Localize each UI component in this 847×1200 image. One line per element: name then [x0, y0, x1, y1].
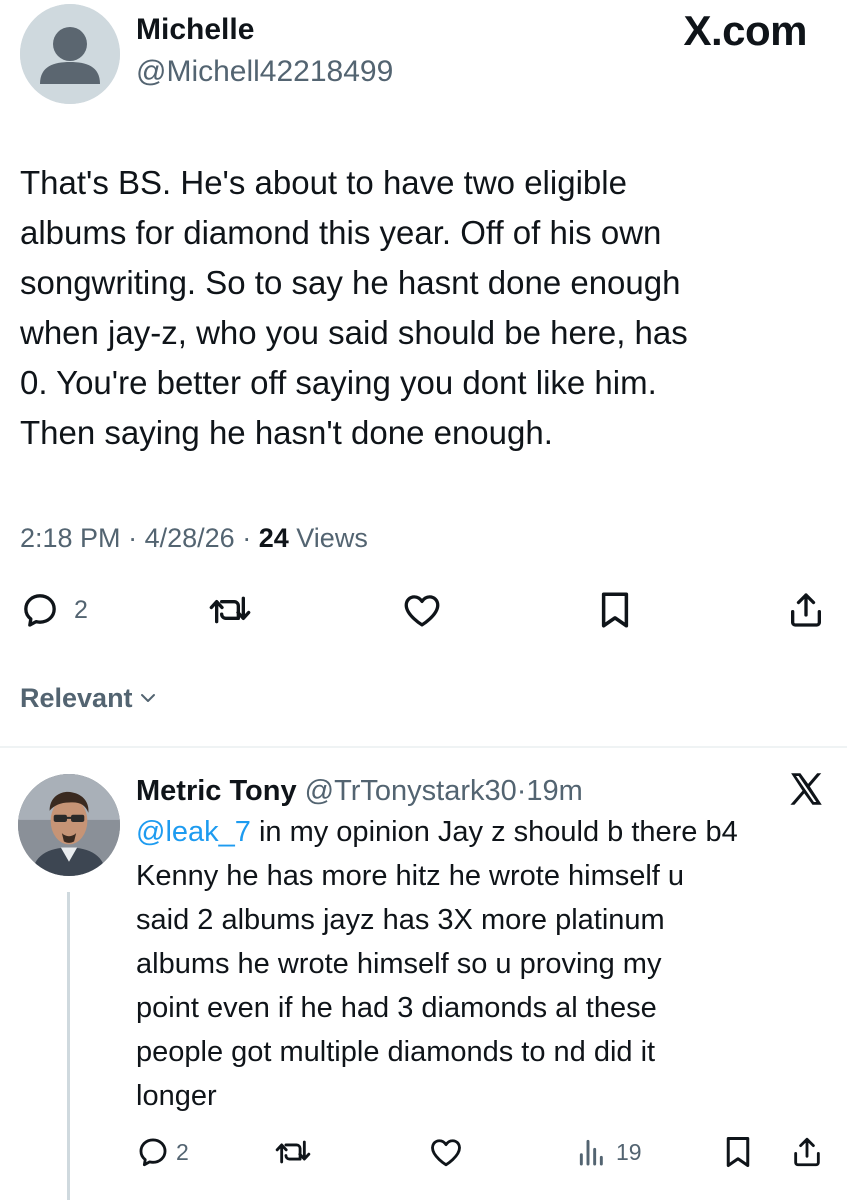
reply-text-line: @leak_7 in my opinion Jay z should b the…: [136, 810, 836, 854]
views-count: 24: [258, 523, 289, 553]
tweet-time[interactable]: 2:18 PM: [20, 523, 121, 553]
reply-header: Metric Tony @TrTonystark30·19m: [136, 770, 583, 812]
views-label: Views: [296, 523, 368, 553]
like-button[interactable]: [400, 588, 444, 632]
reply-reply-button[interactable]: 2: [136, 1132, 189, 1172]
reply-text-fragment: in my opinion Jay z should b there b4: [250, 816, 738, 848]
tweet-date[interactable]: 4/28/26: [145, 523, 235, 553]
reply-text: @leak_7 in my opinion Jay z should b the…: [136, 810, 836, 1118]
meta-separator: ·: [516, 775, 527, 807]
reply-text-line: point even if he had 3 diamonds al these: [136, 992, 657, 1024]
share-icon: [794, 1137, 820, 1167]
tweet-text: That's BS. He's about to have two eligib…: [20, 158, 820, 458]
reply-bookmark-button[interactable]: [722, 1132, 754, 1172]
meta-separator: ·: [128, 523, 138, 553]
retweet-icon: [275, 1140, 311, 1164]
reply-icon: [139, 1138, 167, 1167]
reply-count: 2: [74, 595, 88, 624]
retweet-icon: [209, 596, 251, 624]
reply-icon: [24, 594, 56, 627]
chevron-down-icon: [139, 691, 157, 705]
reply-views-button[interactable]: 19: [576, 1132, 642, 1172]
default-avatar-icon: [20, 4, 120, 104]
reply-like-button[interactable]: [428, 1132, 464, 1172]
author-handle[interactable]: @Michell42218499: [136, 52, 393, 92]
like-icon: [404, 595, 440, 627]
tweet-text-line: albums for diamond this year. Off of his…: [20, 214, 662, 251]
tweet-text-line: 0. You're better off saying you dont lik…: [20, 364, 657, 401]
tweet-text-line: songwriting. So to say he hasnt done eno…: [20, 264, 681, 301]
reply-text-line: people got multiple diamonds to nd did i…: [136, 1036, 656, 1068]
reply-time[interactable]: 19m: [526, 775, 582, 807]
reply-retweet-button[interactable]: [274, 1132, 312, 1172]
sort-label: Relevant: [20, 683, 133, 713]
bookmark-icon: [601, 592, 629, 628]
reply-author-name[interactable]: Metric Tony: [136, 775, 297, 807]
share-button[interactable]: [786, 588, 826, 632]
thread-line: [67, 892, 70, 1200]
reply-share-button[interactable]: [790, 1132, 824, 1172]
x-logo-icon: [785, 768, 827, 810]
tweet-text-line: That's BS. He's about to have two eligib…: [20, 164, 627, 201]
tweet-meta: 2:18 PM · 4/28/26 · 24 Views: [20, 516, 368, 560]
mention-link[interactable]: @leak_7: [136, 816, 251, 848]
like-icon: [431, 1139, 461, 1167]
reply-author-avatar[interactable]: [18, 774, 120, 876]
profile-photo: [18, 774, 120, 876]
source-badge: X.com: [683, 7, 807, 54]
reply-count: 2: [176, 1138, 189, 1165]
views-icon: [579, 1139, 603, 1166]
reply-text-line: albums he wrote himself so u proving my: [136, 948, 662, 980]
reply-button[interactable]: 2: [20, 588, 88, 632]
views-count: 19: [616, 1138, 642, 1165]
bookmark-icon: [726, 1137, 750, 1167]
meta-separator: ·: [242, 523, 252, 553]
reply-text-line: longer: [136, 1080, 217, 1112]
bookmark-button[interactable]: [596, 588, 634, 632]
section-divider: [0, 746, 847, 748]
retweet-button[interactable]: [208, 588, 252, 632]
author-avatar[interactable]: [20, 4, 120, 104]
reply-text-line: Kenny he has more hitz he wrote himself …: [136, 860, 685, 892]
reply-author-handle[interactable]: @TrTonystark30: [305, 775, 517, 807]
reply-text-line: said 2 albums jayz has 3X more platinum: [136, 904, 665, 936]
share-icon: [791, 593, 821, 627]
author-name[interactable]: Michelle: [136, 10, 254, 50]
sort-dropdown[interactable]: Relevant: [20, 678, 157, 718]
tweet-text-line: Then saying he hasn't done enough.: [20, 414, 553, 451]
tweet-text-line: when jay-z, who you said should be here,…: [20, 314, 688, 351]
